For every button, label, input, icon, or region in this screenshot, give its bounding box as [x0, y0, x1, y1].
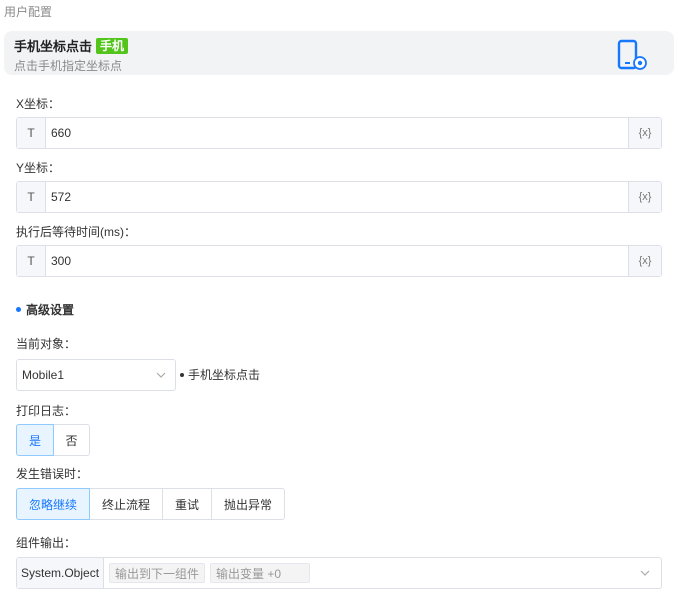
component-title: 手机坐标点击 [14, 39, 93, 54]
y-coordinate-input[interactable]: 572 [46, 182, 628, 212]
print-log-yes-button[interactable]: 是 [16, 424, 54, 456]
current-object-label: 当前对象： [16, 337, 77, 351]
variable-insert-button[interactable]: {x} [628, 246, 661, 276]
x-coordinate-label: X坐标： [16, 97, 61, 111]
retry-button[interactable]: 重试 [162, 488, 212, 520]
bullet-icon [180, 372, 184, 377]
on-error-options: 忽略继续 终止流程 重试 抛出异常 [16, 488, 285, 520]
y-coordinate-field[interactable]: T 572 {x} [16, 181, 662, 213]
chevron-down-icon[interactable] [639, 567, 651, 579]
y-coordinate-label: Y坐标： [16, 161, 61, 175]
page-title: 用户配置 [4, 5, 53, 19]
x-coordinate-field[interactable]: T 660 {x} [16, 117, 662, 149]
advanced-settings-title: 高级设置 [16, 301, 74, 318]
output-tag-variable: 输出变量 +0 [210, 563, 311, 583]
terminate-flow-button[interactable]: 终止流程 [89, 488, 163, 520]
print-log-label: 打印日志： [16, 404, 77, 418]
throw-exception-button[interactable]: 抛出异常 [211, 488, 285, 520]
current-object-value: Mobile1 [22, 368, 65, 382]
print-log-toggle: 是 否 [16, 424, 90, 456]
chevron-down-icon [156, 372, 166, 378]
output-tag-next-component: 输出到下一组件 [109, 563, 206, 583]
ignore-continue-button[interactable]: 忽略继续 [16, 488, 90, 520]
on-error-label: 发生错误时： [16, 467, 89, 481]
variable-insert-button[interactable]: {x} [628, 182, 661, 212]
component-header: 手机坐标点击 手机 点击手机指定坐标点 [4, 31, 674, 75]
advanced-settings-label: 高级设置 [26, 303, 75, 317]
component-output-label: 组件输出： [16, 536, 77, 550]
component-output-select[interactable]: System.Object 输出到下一组件 输出变量 +0 [16, 557, 662, 589]
mobile-settings-icon [617, 39, 647, 70]
component-badge: 手机 [96, 37, 129, 54]
wait-time-field[interactable]: T 300 {x} [16, 245, 662, 277]
current-object-select[interactable]: Mobile1 [16, 359, 176, 391]
print-log-no-button[interactable]: 否 [53, 424, 90, 456]
output-type: System.Object [17, 558, 105, 588]
component-title-row: 手机坐标点击 手机 [14, 36, 129, 55]
wait-time-input[interactable]: 300 [46, 246, 628, 276]
text-type-prefix[interactable]: T [17, 182, 46, 212]
wait-time-label: 执行后等待时间(ms)： [16, 225, 136, 239]
x-coordinate-input[interactable]: 660 [46, 118, 628, 148]
component-subtitle: 点击手机指定坐标点 [14, 59, 123, 73]
current-object-note-text: 手机坐标点击 [188, 368, 261, 382]
section-dot-icon [16, 307, 21, 312]
current-object-note: 手机坐标点击 [180, 366, 260, 383]
text-type-prefix[interactable]: T [17, 118, 46, 148]
text-type-prefix[interactable]: T [17, 246, 46, 276]
variable-insert-button[interactable]: {x} [628, 118, 661, 148]
